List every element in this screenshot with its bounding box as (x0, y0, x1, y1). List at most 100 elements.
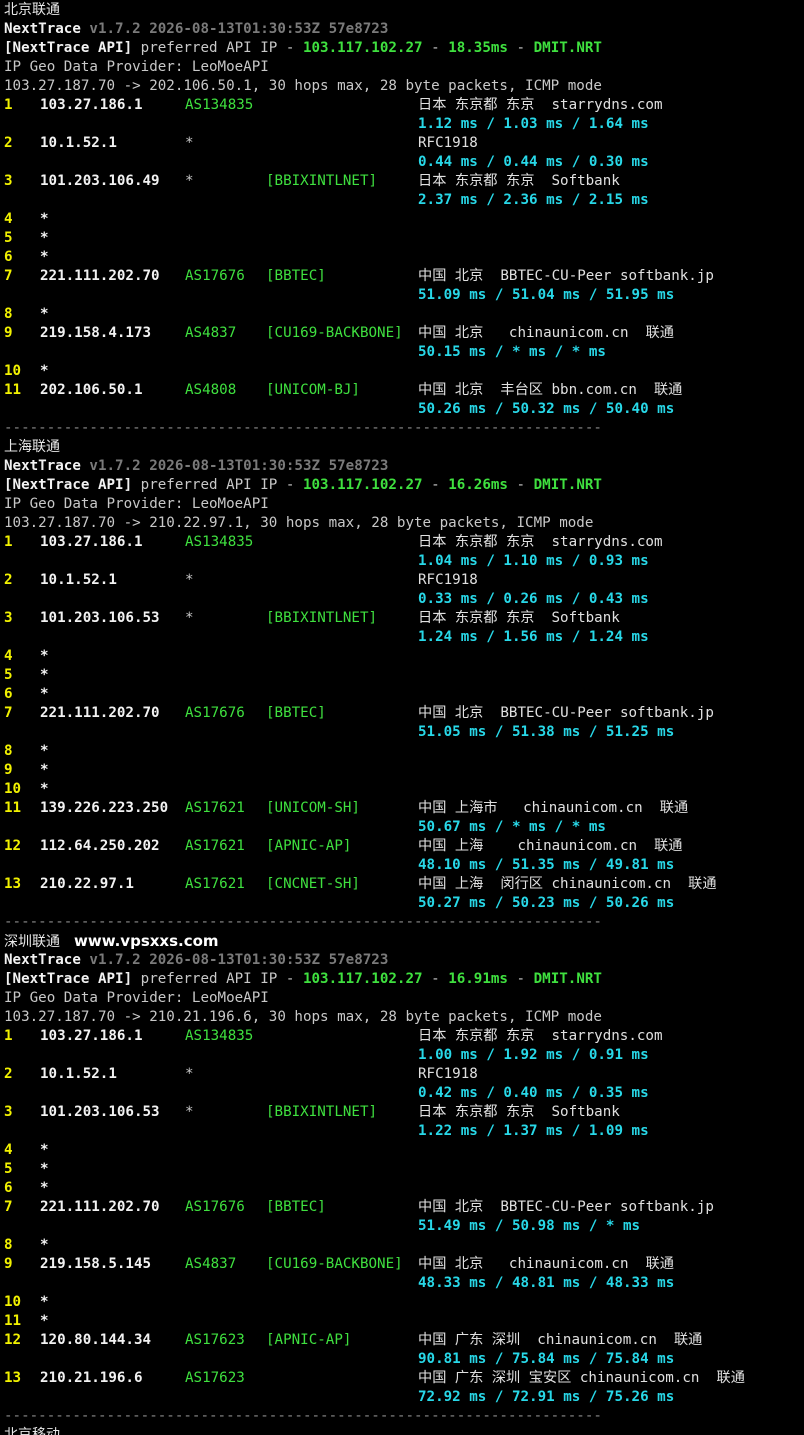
api-desc: preferred API IP - (132, 40, 303, 56)
hop-rtt: 90.81 ms / 75.84 ms / 75.84 ms (418, 1351, 675, 1367)
hop-number: 10 (4, 781, 22, 797)
hop-number: 13 (4, 876, 22, 892)
api-desc: preferred API IP - (132, 477, 303, 493)
api-dash: - (507, 971, 534, 987)
hop-rtt: 51.09 ms / 51.04 ms / 51.95 ms (418, 287, 675, 303)
hop-geo: 日本 东京都 东京 starrydns.com (418, 534, 663, 550)
hop-number: 8 (4, 743, 13, 759)
hop-number: 7 (4, 705, 13, 721)
api-latency: 16.91ms (448, 971, 508, 987)
api-label: [NextTrace API] (4, 477, 133, 493)
hop-row: 5 * (0, 1160, 804, 1179)
hop-rtt-row: 1.12 ms / 1.03 ms / 1.64 ms (0, 115, 804, 134)
hop-ip: 10.1.52.1 (40, 135, 117, 151)
hop-number: 11 (4, 382, 22, 398)
provider-line: IP Geo Data Provider: LeoMoeAPI (0, 495, 804, 514)
hop-row: 11 139.226.223.250 AS17621 [UNICOM-SH] 中国 上海… (0, 799, 804, 818)
hop-asn: AS4837 (185, 1256, 237, 1272)
hop-geo: 日本 东京都 东京 Softbank (418, 173, 620, 189)
hop-ip: * (40, 306, 49, 322)
hop-row: 4 * (0, 647, 804, 666)
hop-rtt: 0.33 ms / 0.26 ms / 0.43 ms (418, 591, 649, 607)
hop-asn: AS17623 (185, 1370, 245, 1386)
hop-asn: * (185, 135, 194, 151)
hop-ip: * (40, 648, 49, 664)
api-dash: - (507, 40, 534, 56)
hop-asn: * (185, 572, 194, 588)
route-title: 上海联通 (4, 439, 60, 455)
api-label: [NextTrace API] (4, 40, 133, 56)
hop-network-tag: [BBIXINTLNET] (266, 173, 378, 189)
hop-row: 4 * (0, 1141, 804, 1160)
hop-geo: 中国 北京 chinaunicom.cn 联通 (418, 1256, 674, 1272)
hop-network-tag: [BBTEC] (266, 1199, 326, 1215)
hop-asn: AS134835 (185, 534, 254, 550)
api-line: [NextTrace API] preferred API IP - 103.1… (0, 476, 804, 495)
hop-row: 5 * (0, 666, 804, 685)
hop-row: 1 103.27.186.1 AS134835 日本 东京都 东京 starrydns… (0, 96, 804, 115)
hop-network-tag: [BBIXINTLNET] (266, 1104, 378, 1120)
hop-ip: 221.111.202.70 (40, 705, 160, 721)
hop-ip: * (40, 1313, 49, 1329)
hop-number: 4 (4, 1142, 13, 1158)
hop-network-tag: [APNIC-AP] (266, 838, 352, 854)
hop-row: 11 * (0, 1312, 804, 1331)
hop-number: 13 (4, 1370, 22, 1386)
hop-ip: 221.111.202.70 (40, 1199, 160, 1215)
hop-number: 2 (4, 1066, 13, 1082)
api-node: DMIT.NRT (533, 40, 602, 56)
hop-rtt: 72.92 ms / 72.91 ms / 75.26 ms (418, 1389, 675, 1405)
hop-number: 4 (4, 648, 13, 664)
api-text: [NextTrace API] preferred API IP - 103.1… (4, 970, 602, 989)
command-line: 103.27.187.70 -> 210.21.196.6, 30 hops m… (0, 1008, 804, 1027)
hop-rtt: 51.49 ms / 50.98 ms / * ms (418, 1218, 641, 1234)
hop-geo: 中国 北京 chinaunicom.cn 联通 (418, 325, 674, 341)
hop-geo: 日本 东京都 东京 Softbank (418, 610, 620, 626)
hop-ip: * (40, 762, 49, 778)
hop-number: 12 (4, 1332, 22, 1348)
hop-row: 13 210.22.97.1 AS17621 [CNCNET-SH] 中国 上海 闵行区… (0, 875, 804, 894)
route-header: 深圳联通 www.vpsxxs.com (0, 932, 804, 951)
hop-geo: 中国 上海市 chinaunicom.cn 联通 (418, 800, 689, 816)
version-info: v1.7.2 2026-08-13T01:30:53Z 57e8723 (80, 458, 389, 474)
hop-geo: 中国 北京 BBTEC-CU-Peer softbank.jp (418, 705, 714, 721)
hop-rtt-row: 1.00 ms / 1.92 ms / 0.91 ms (0, 1046, 804, 1065)
api-latency: 16.26ms (448, 477, 508, 493)
hop-row: 2 10.1.52.1 * RFC1918 (0, 1065, 804, 1084)
hop-number: 11 (4, 1313, 22, 1329)
terminal-window: 北京联通 NextTrace v1.7.2 2026-08-13T01:30:53… (0, 0, 804, 1435)
hop-rtt-row: 0.44 ms / 0.44 ms / 0.30 ms (0, 153, 804, 172)
hop-asn: * (185, 1104, 194, 1120)
hop-row: 1 103.27.186.1 AS134835 日本 东京都 东京 starrydns… (0, 533, 804, 552)
api-label: [NextTrace API] (4, 971, 133, 987)
hop-row: 9 219.158.4.173 AS4837 [CU169-BACKBONE] 中国 北… (0, 324, 804, 343)
tool-name: NextTrace (4, 458, 81, 474)
hop-ip: 219.158.4.173 (40, 325, 152, 341)
hop-asn: AS17621 (185, 838, 245, 854)
hop-asn: AS4837 (185, 325, 237, 341)
hop-ip: * (40, 1142, 49, 1158)
hop-number: 3 (4, 173, 13, 189)
hop-row: 10 * (0, 362, 804, 381)
geo-provider: IP Geo Data Provider: LeoMoeAPI (4, 59, 269, 75)
hop-geo: 中国 北京 BBTEC-CU-Peer softbank.jp (418, 1199, 714, 1215)
hop-number: 2 (4, 135, 13, 151)
hop-row: 3 101.203.106.53 * [BBIXINTLNET] 日本 东京都 东京 S… (0, 1103, 804, 1122)
provider-line: IP Geo Data Provider: LeoMoeAPI (0, 989, 804, 1008)
hop-rtt-row: 51.09 ms / 51.04 ms / 51.95 ms (0, 286, 804, 305)
hop-row: 13 210.21.196.6 AS17623 中国 广东 深圳 宝安区 chinau… (0, 1369, 804, 1388)
separator-line: ----------------------------------------… (0, 913, 804, 932)
hop-number: 8 (4, 1237, 13, 1253)
hop-row: 12 112.64.250.202 AS17621 [APNIC-AP] 中国 上海 c… (0, 837, 804, 856)
hop-asn: AS134835 (185, 1028, 254, 1044)
hop-rtt-row: 1.24 ms / 1.56 ms / 1.24 ms (0, 628, 804, 647)
hop-geo: 中国 广东 深圳 宝安区 chinaunicom.cn 联通 (418, 1370, 745, 1386)
hop-rtt-row: 1.04 ms / 1.10 ms / 0.93 ms (0, 552, 804, 571)
route-title: 深圳联通 www.vpsxxs.com (4, 932, 219, 950)
hop-ip: 219.158.5.145 (40, 1256, 152, 1272)
hop-row: 2 10.1.52.1 * RFC1918 (0, 134, 804, 153)
api-node: DMIT.NRT (533, 971, 602, 987)
hop-ip: 202.106.50.1 (40, 382, 143, 398)
hop-network-tag: [CU169-BACKBONE] (266, 1256, 403, 1272)
hop-ip: * (40, 1237, 49, 1253)
